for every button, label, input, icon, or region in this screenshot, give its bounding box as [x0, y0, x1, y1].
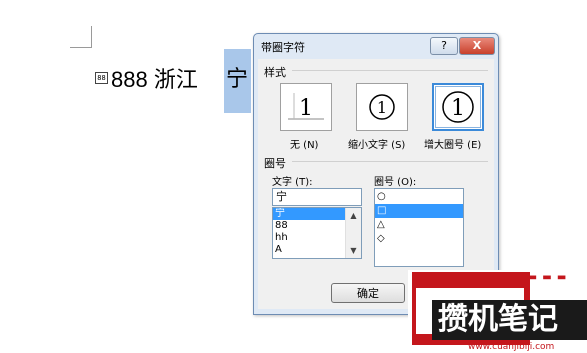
- watermark-logo: ▬ ▬ ▬ ▬ 攒机笔记 www.cuanjibiji.com: [408, 270, 587, 353]
- style-enlarge-caption: 增大圈号 (E): [424, 140, 482, 151]
- style-shrink-text-option[interactable]: 1: [356, 83, 408, 131]
- style-shrink-icon: 1: [369, 94, 395, 120]
- watermark-url: www.cuanjibiji.com: [468, 342, 555, 352]
- divider: [292, 70, 488, 71]
- circle-section-label: 圈号: [264, 157, 286, 170]
- watermark-dashes: ▬ ▬ ▬ ▬: [513, 272, 568, 283]
- help-button[interactable]: ?: [430, 37, 458, 55]
- document-text: 888 浙江: [111, 67, 198, 92]
- circle-field-label: 圈号 (O):: [374, 177, 417, 188]
- scroll-up-icon[interactable]: ▲: [346, 208, 361, 223]
- style-none-icon: 1: [288, 93, 324, 121]
- svg-text:1: 1: [451, 96, 465, 121]
- text-list-scrollbar[interactable]: ▲ ▼: [345, 208, 361, 258]
- enclosed-character: 88: [95, 72, 108, 84]
- crop-mark: [91, 26, 92, 48]
- style-section-label: 样式: [264, 66, 286, 79]
- close-button[interactable]: X: [459, 37, 495, 55]
- style-none-caption: 无 (N): [290, 140, 319, 151]
- list-item[interactable]: ○: [375, 189, 463, 204]
- style-none-option[interactable]: 1: [280, 83, 332, 131]
- style-enlarge-icon: 1: [442, 91, 474, 123]
- ok-button[interactable]: 确定: [331, 283, 405, 303]
- style-enlarge-symbol-option[interactable]: 1: [432, 83, 484, 131]
- text-field-label: 文字 (T):: [272, 177, 313, 188]
- svg-text:1: 1: [377, 98, 387, 117]
- watermark-text: 攒机笔记: [438, 302, 558, 337]
- scroll-down-icon[interactable]: ▼: [346, 243, 361, 258]
- dialog-titlebar[interactable]: 带圈字符 ? X: [254, 34, 498, 56]
- dialog-title: 带圈字符: [261, 41, 305, 54]
- list-item[interactable]: △: [375, 218, 463, 232]
- text-list[interactable]: 宁 88 hh A ▲ ▼: [272, 207, 362, 259]
- style-shrink-caption: 缩小文字 (S): [348, 140, 406, 151]
- list-item[interactable]: ◇: [375, 232, 463, 246]
- selected-character: 宁: [226, 66, 249, 91]
- divider: [292, 161, 488, 162]
- list-item[interactable]: □: [375, 204, 463, 218]
- style-none-glyph: 1: [299, 96, 313, 121]
- circle-list[interactable]: ○ □ △ ◇: [374, 188, 464, 267]
- text-input[interactable]: 宁: [272, 188, 362, 206]
- crop-mark: [70, 47, 92, 48]
- document-text-line[interactable]: 88 888 浙江: [95, 60, 198, 96]
